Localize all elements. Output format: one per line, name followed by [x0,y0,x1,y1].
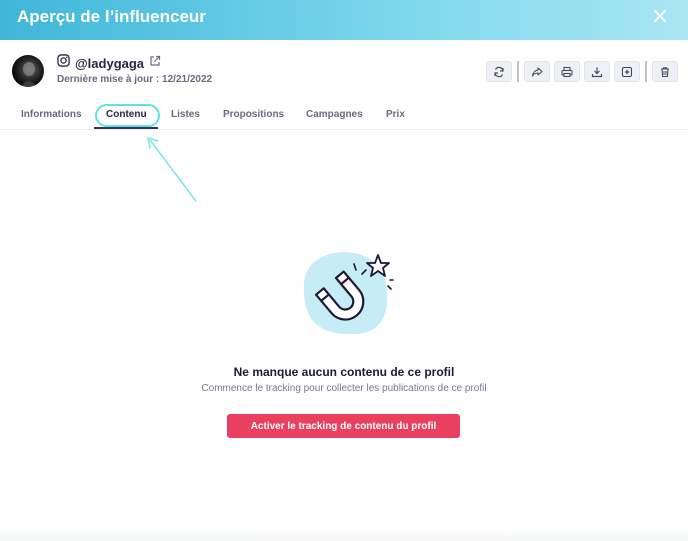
modal-title: Aperçu de l’influenceur [17,7,206,26]
activate-tracking-button[interactable]: Activer le tracking de contenu du profil [227,414,460,438]
external-link-icon[interactable] [149,54,161,72]
toolbar-divider [645,61,647,82]
profile-handle-row: @ladygaga [57,54,161,72]
download-button[interactable] [584,61,610,82]
trash-icon [661,66,669,77]
avatar [12,55,44,87]
refresh-button[interactable] [486,61,512,82]
add-icon [621,66,633,77]
active-tab-indicator [94,127,158,129]
empty-state-subtitle: Commence le tracking pour collecter les … [201,383,487,394]
tab-listes[interactable]: Listes [171,109,200,120]
last-update-date: 12/21/2022 [162,74,213,85]
share-button[interactable] [524,61,550,82]
close-icon[interactable] [650,6,670,26]
annotation-arrow-icon [147,137,197,202]
toolbar-divider [517,61,519,82]
print-button[interactable] [554,61,580,82]
last-update-label: Dernière mise à jour : [57,74,160,85]
download-icon [591,67,603,77]
add-button[interactable] [614,61,640,82]
tab-campagnes[interactable]: Campagnes [306,109,363,120]
modal-bottom-edge [0,530,688,541]
instagram-icon [57,54,70,72]
tab-informations[interactable]: Informations [21,109,82,120]
refresh-icon [494,66,504,77]
print-icon [561,66,573,77]
tab-propositions[interactable]: Propositions [223,109,284,120]
delete-button[interactable] [652,61,678,82]
tab-highlight-annotation [95,104,160,127]
magnet-illustration-icon [303,252,394,335]
share-icon [531,66,543,77]
tab-prix[interactable]: Prix [386,109,405,120]
modal-header: Aperçu de l’influenceur [0,0,688,40]
profile-handle: @ladygaga [75,55,145,71]
last-update: Dernière mise à jour : 12/21/2022 [57,74,212,85]
empty-state-title: Ne manque aucun contenu de ce profil [233,365,455,379]
